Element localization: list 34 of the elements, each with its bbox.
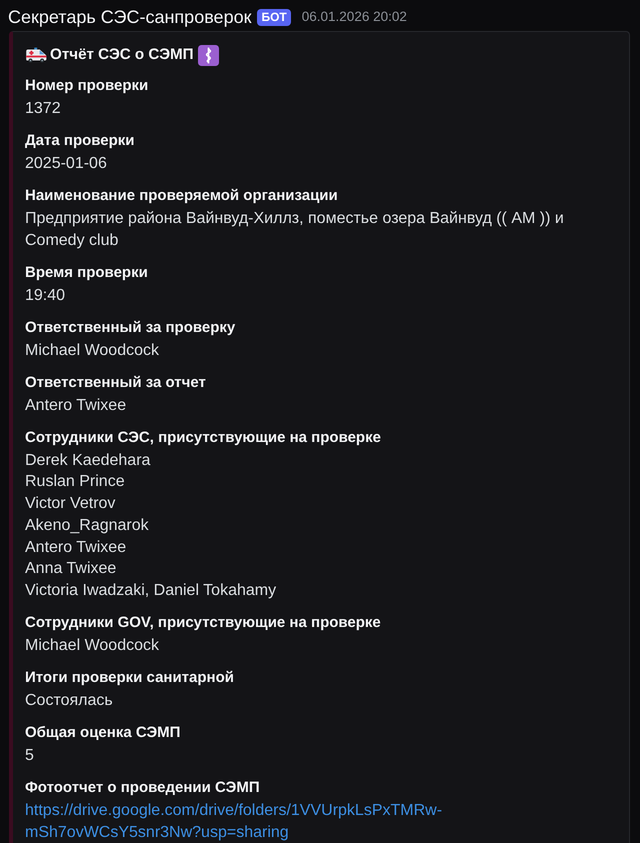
ambulance-icon bbox=[25, 45, 47, 65]
drive-link[interactable]: https://drive.google.com/drive/folders/1VVUrpkLsPxTMRw-mSh7ovWCsY5snr3Nw?usp=sharing bbox=[25, 800, 580, 843]
field-label: Ответственный за отчет bbox=[25, 372, 207, 393]
message-timestamp: 06.01.2026 20:02 bbox=[302, 8, 407, 26]
field-value: Состоялась bbox=[25, 690, 114, 711]
field-value: Victoria Iwadzaki, Daniel Tokahamy bbox=[25, 580, 278, 601]
field-label: Сотрудники СЭС, присутствующие на проверке bbox=[25, 428, 382, 448]
medical-symbol-icon bbox=[198, 44, 219, 66]
field-label: Дата проверки bbox=[25, 131, 136, 151]
field-value: Ruslan Prince bbox=[25, 472, 126, 492]
field-label: Общая оценка СЭМП bbox=[25, 722, 182, 743]
field-value: Michael Woodcock bbox=[25, 340, 160, 361]
field-value: Antero Twixee bbox=[25, 396, 128, 416]
field-value: 2025-01-06 bbox=[25, 154, 108, 174]
field-label: Итоги проверки санитарной bbox=[25, 668, 235, 688]
field-label: Сотрудники GOV, присутствующие на проверке bbox=[25, 612, 382, 633]
field-value: Предприятие района Вайнвуд-Хиллз, поместье озера Вайнвуд (( AM )) и Comedy club bbox=[25, 209, 565, 251]
field-value: Akeno_Ragnarok bbox=[25, 516, 150, 536]
field-value: 1372 bbox=[25, 99, 62, 119]
field-label: Фотоотчет о проведении СЭМП bbox=[25, 778, 261, 798]
field-value: Derek Kaedehara bbox=[25, 450, 152, 471]
field-value: 5 bbox=[25, 746, 35, 766]
field-value: Anna Twixee bbox=[25, 559, 118, 580]
author-name[interactable]: Секретарь СЭС-санпроверок bbox=[8, 6, 252, 28]
field-value: 19:40 bbox=[25, 286, 66, 306]
embed-title: Отчёт СЭС о СЭМП bbox=[50, 45, 194, 65]
field-label: Время проверки bbox=[25, 262, 149, 283]
field-label: Ответственный за проверку bbox=[25, 318, 236, 338]
field-label: Номер проверки bbox=[25, 76, 150, 96]
bot-badge: БОТ bbox=[257, 8, 291, 26]
field-label: Наименование проверяемой организации bbox=[25, 186, 339, 206]
field-value: Michael Woodcock bbox=[25, 636, 160, 656]
field-value: Victor Vetrov bbox=[25, 494, 116, 514]
field-value: Antero Twixee bbox=[25, 538, 128, 558]
